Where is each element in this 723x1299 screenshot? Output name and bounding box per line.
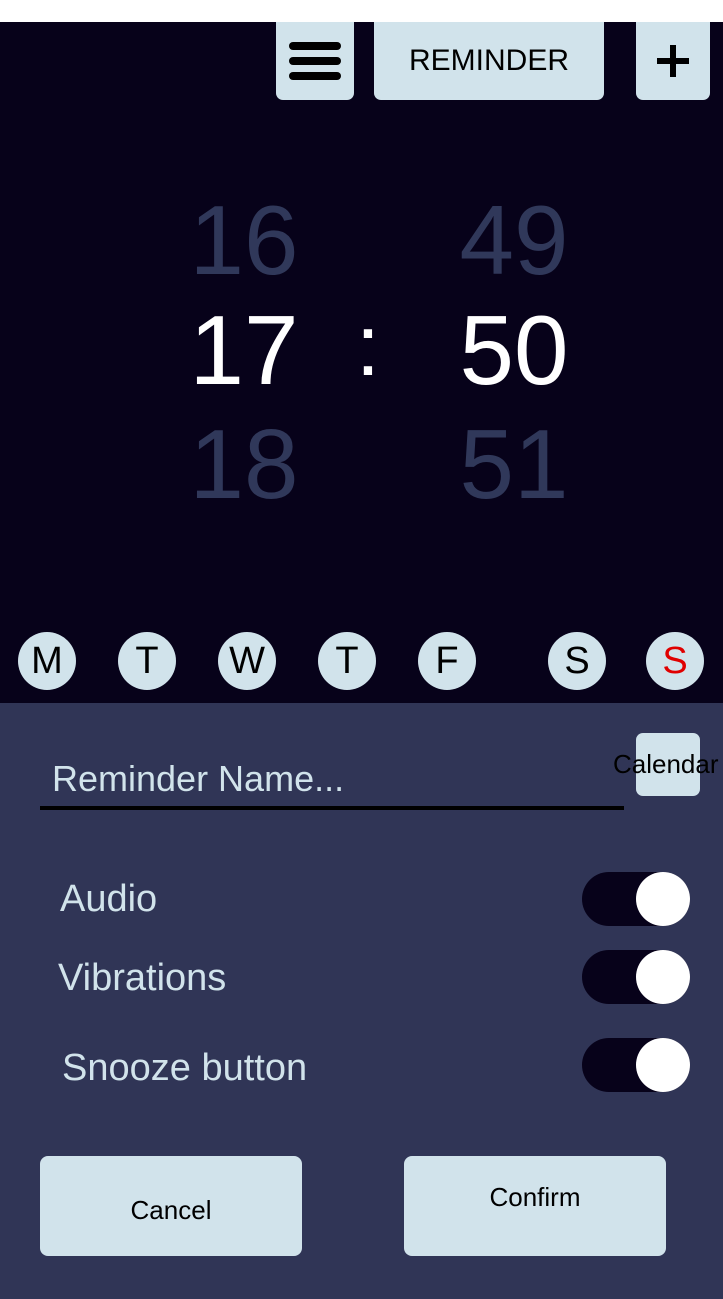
audio-label: Audio <box>60 878 158 920</box>
toggle-knob <box>636 1038 690 1092</box>
minute-previous[interactable]: 49 <box>434 190 594 290</box>
reminder-title-button[interactable]: REMINDER <box>374 22 604 100</box>
hamburger-menu-icon <box>289 42 341 80</box>
menu-button[interactable] <box>276 22 354 100</box>
snooze-button-toggle[interactable] <box>582 1038 690 1092</box>
minute-selected[interactable]: 50 <box>434 300 594 400</box>
cancel-button[interactable]: Cancel <box>40 1156 302 1256</box>
minute-next[interactable]: 51 <box>434 414 594 514</box>
day-tuesday[interactable]: T <box>118 632 176 690</box>
confirm-button[interactable]: Confirm <box>404 1156 666 1256</box>
audio-toggle[interactable] <box>582 872 690 926</box>
hour-next[interactable]: 18 <box>164 414 324 514</box>
day-saturday[interactable]: S <box>548 632 606 690</box>
plus-icon <box>657 45 689 77</box>
reminder-name-input[interactable] <box>40 752 624 810</box>
snooze-button-label: Snooze button <box>62 1047 308 1089</box>
day-wednesday[interactable]: W <box>218 632 276 690</box>
calendar-button-label: Calendar <box>613 749 719 779</box>
day-sunday[interactable]: S <box>646 632 704 690</box>
day-thursday[interactable]: T <box>318 632 376 690</box>
hour-selected[interactable]: 17 <box>164 300 324 400</box>
vibrations-toggle[interactable] <box>582 950 690 1004</box>
add-button[interactable] <box>636 22 710 100</box>
calendar-button[interactable]: Calendar <box>613 733 719 796</box>
toggle-knob <box>636 950 690 1004</box>
time-separator: : <box>356 298 380 394</box>
hour-previous[interactable]: 16 <box>164 190 324 290</box>
day-friday[interactable]: F <box>418 632 476 690</box>
toggle-knob <box>636 872 690 926</box>
day-monday[interactable]: M <box>18 632 76 690</box>
vibrations-label: Vibrations <box>58 957 227 999</box>
